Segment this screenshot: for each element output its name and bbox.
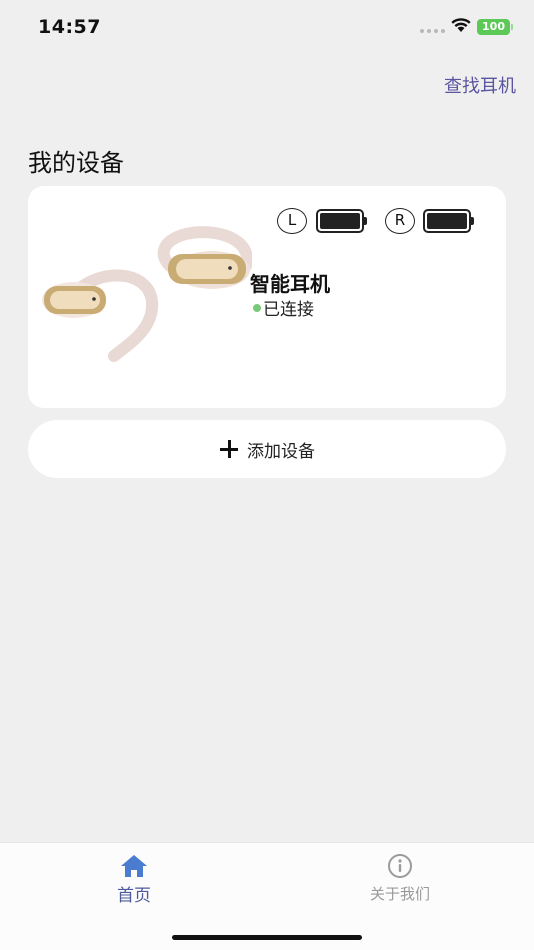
left-battery-icon — [316, 209, 368, 233]
add-device-button[interactable]: 添加设备 — [28, 420, 506, 478]
home-indicator — [172, 935, 362, 940]
status-time: 14:57 — [38, 16, 101, 38]
earbuds-image — [42, 226, 252, 362]
connection-status: 已连接 — [263, 300, 314, 320]
right-battery-icon — [423, 209, 475, 233]
left-earbud-label: L — [277, 208, 307, 234]
plus-icon — [219, 439, 239, 459]
wifi-icon — [451, 18, 471, 32]
cellular-signal-icon — [420, 29, 445, 33]
section-title: 我的设备 — [28, 149, 124, 177]
connection-status-dot — [253, 304, 261, 312]
battery-percent: 100 — [477, 19, 510, 35]
tab-about-label: 关于我们 — [369, 885, 430, 903]
tab-home[interactable]: 首页 — [54, 843, 214, 913]
tab-bar: 首页 关于我们 — [0, 842, 534, 950]
find-earphones-link[interactable]: 查找耳机 — [444, 72, 516, 98]
device-name: 智能耳机 — [250, 272, 330, 296]
info-icon — [388, 854, 412, 878]
home-icon — [121, 855, 147, 877]
right-earbud-label: R — [385, 208, 415, 234]
battery-status-icon: 100 — [477, 19, 514, 35]
status-bar: 14:57 100 — [0, 0, 534, 50]
device-card[interactable]: L R 智能耳机 已连接 — [28, 186, 506, 408]
tab-about-us[interactable]: 关于我们 — [320, 843, 480, 913]
tab-home-label: 首页 — [117, 886, 151, 906]
add-device-label: 添加设备 — [247, 441, 315, 462]
